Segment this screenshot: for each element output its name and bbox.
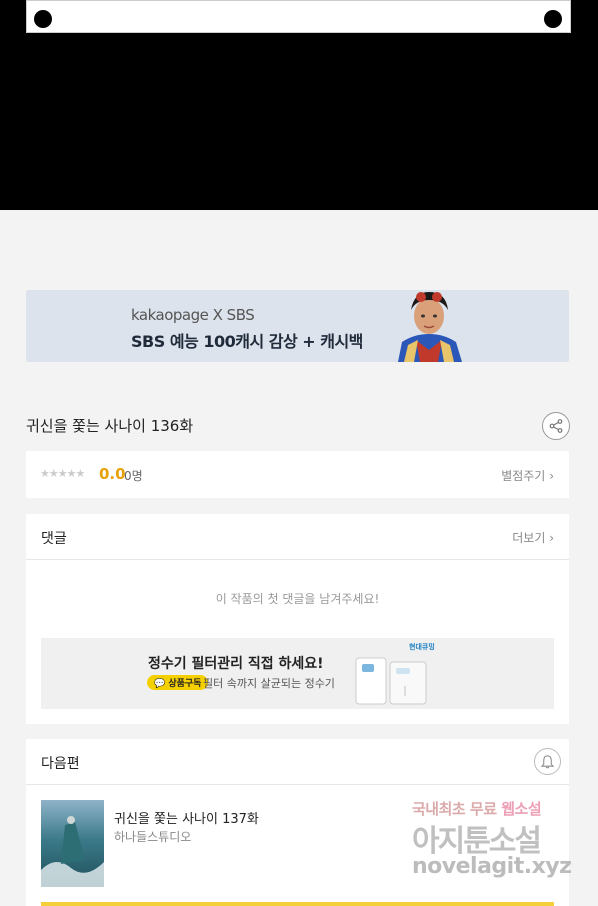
notification-button[interactable] [534, 748, 561, 775]
ad-subtitle: 필터 속까지 살균되는 정수기 [203, 677, 335, 690]
site-watermark: 국내최초 무료 웹소설 아지툰소설 novelagit.xyz [410, 798, 580, 888]
dot-right [544, 10, 562, 28]
banner-promo-text: SBS 예능 100캐시 감상 + 캐시백 [131, 332, 363, 351]
comments-title: 댓글 [41, 531, 67, 547]
rating-score: 0.0 [99, 465, 126, 483]
rating-panel: ★★★★★ 0.0 0명 별점주기 › [26, 451, 569, 498]
episode-title: 귀신을 쫓는 사나이 136화 [26, 417, 194, 435]
water-purifier-ad[interactable]: 정수기 필터관리 직접 하세요! 💬 상품구독 필터 속까지 살균되는 정수기 … [41, 638, 554, 709]
next-episode-header: 다음편 [26, 739, 569, 785]
chevron-right-icon: › [549, 469, 554, 483]
share-icon [549, 419, 563, 433]
ad-title: 정수기 필터관리 직접 하세요! [148, 656, 324, 672]
bell-icon [540, 755, 555, 769]
rate-button[interactable]: 별점주기 › [501, 467, 554, 484]
ad-badge: 💬 상품구독 [147, 675, 209, 690]
ad-logo: 현대큐밍 [409, 643, 435, 651]
rating-stars: ★★★★★ [40, 467, 85, 480]
viewer-top-strip [26, 0, 571, 33]
next-episode-title-label: 다음편 [41, 756, 80, 772]
next-episode-author: 하나들스튜디오 [114, 830, 192, 844]
promo-banner[interactable]: kakaopage X SBS SBS 예능 100캐시 감상 + 캐시백 [26, 290, 569, 362]
rating-count: 0명 [124, 469, 143, 483]
rate-label: 별점주기 [501, 469, 546, 483]
more-label: 더보기 [512, 531, 546, 545]
view-next-button[interactable] [41, 902, 554, 906]
thumbnail-art [41, 816, 104, 887]
comments-more-button[interactable]: 더보기 › [512, 529, 554, 546]
watermark-line3: novelagit.xyz [412, 854, 572, 879]
chevron-right-icon: › [549, 531, 554, 545]
comments-section: 댓글 더보기 › 이 작품의 첫 댓글을 남겨주세요! 정수기 필터관리 직접 … [26, 514, 569, 724]
banner-brand: kakaopage X SBS [131, 306, 255, 324]
comments-empty-message: 이 작품의 첫 댓글을 남겨주세요! [215, 592, 380, 606]
share-button[interactable] [542, 412, 570, 440]
dot-left [34, 10, 52, 28]
banner-person-image [398, 292, 462, 362]
next-episode-thumbnail[interactable] [41, 800, 104, 887]
next-episode-title[interactable]: 귀신을 쫓는 사나이 137화 [114, 808, 259, 827]
comments-header: 댓글 더보기 › [26, 514, 569, 560]
water-purifier-image [355, 657, 427, 705]
